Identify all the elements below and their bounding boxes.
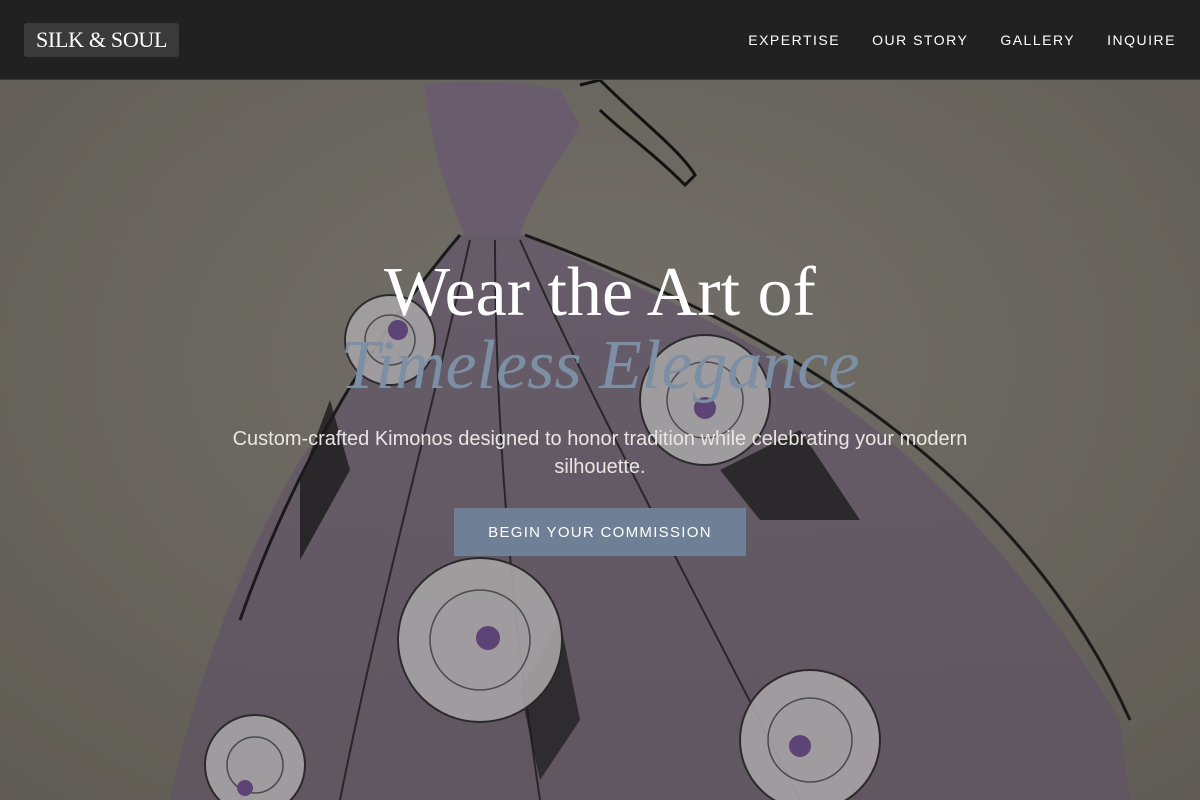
brand-logo[interactable]: SILK & SOUL: [24, 23, 180, 57]
hero-headline-accent: Timeless Elegance: [340, 327, 860, 404]
hero-subtitle: Custom-crafted Kimonos designed to honor…: [232, 428, 968, 478]
main-nav: EXPERTISE OUR STORY GALLERY INQUIRE: [748, 30, 1176, 50]
navbar: SILK & SOUL EXPERTISE OUR STORY GALLERY …: [0, 0, 1200, 80]
hero-headline: Wear the Art of: [384, 254, 816, 331]
nav-link-our-story[interactable]: OUR STORY: [872, 30, 968, 50]
nav-link-gallery[interactable]: GALLERY: [1000, 30, 1075, 50]
begin-commission-button[interactable]: BEGIN YOUR COMMISSION: [454, 508, 746, 556]
hero-section: Wear the Art of Timeless Elegance Custom…: [0, 0, 1200, 800]
nav-link-inquire[interactable]: INQUIRE: [1107, 30, 1176, 50]
nav-link-expertise[interactable]: EXPERTISE: [748, 30, 840, 50]
